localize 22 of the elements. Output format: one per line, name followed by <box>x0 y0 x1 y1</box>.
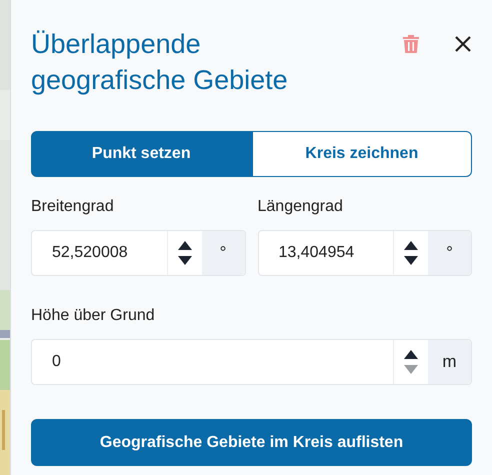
increment-arrow-icon[interactable] <box>403 240 419 251</box>
increment-arrow-icon[interactable] <box>403 349 419 360</box>
close-icon[interactable] <box>454 35 472 53</box>
decrement-arrow-icon[interactable] <box>403 255 419 266</box>
panel-title: Überlappende geografische Gebiete <box>31 28 289 97</box>
input-value: 13,404954 <box>278 243 354 263</box>
field-label: Höhe über Grund <box>31 306 156 326</box>
submit-button[interactable]: Geografische Gebiete im Kreis auflisten <box>31 419 472 466</box>
input-value: 52,520008 <box>52 243 128 263</box>
number-input[interactable]: 52,520008 ° <box>31 230 246 276</box>
number-input[interactable]: 0 m <box>31 339 472 385</box>
mode-tab[interactable]: Punkt setzen <box>31 131 252 177</box>
unit-label: m <box>442 351 457 374</box>
number-input[interactable]: 13,404954 ° <box>258 230 472 276</box>
decrement-arrow-icon[interactable] <box>176 255 192 266</box>
unit-label: ° <box>220 242 226 264</box>
input-value: 0 <box>52 352 61 372</box>
increment-arrow-icon[interactable] <box>176 240 192 251</box>
mode-tab[interactable]: Kreis zeichnen <box>252 131 472 177</box>
unit-label: ° <box>446 242 453 264</box>
field-label: Breitengrad <box>31 197 115 217</box>
field-label: Längengrad <box>258 197 344 217</box>
